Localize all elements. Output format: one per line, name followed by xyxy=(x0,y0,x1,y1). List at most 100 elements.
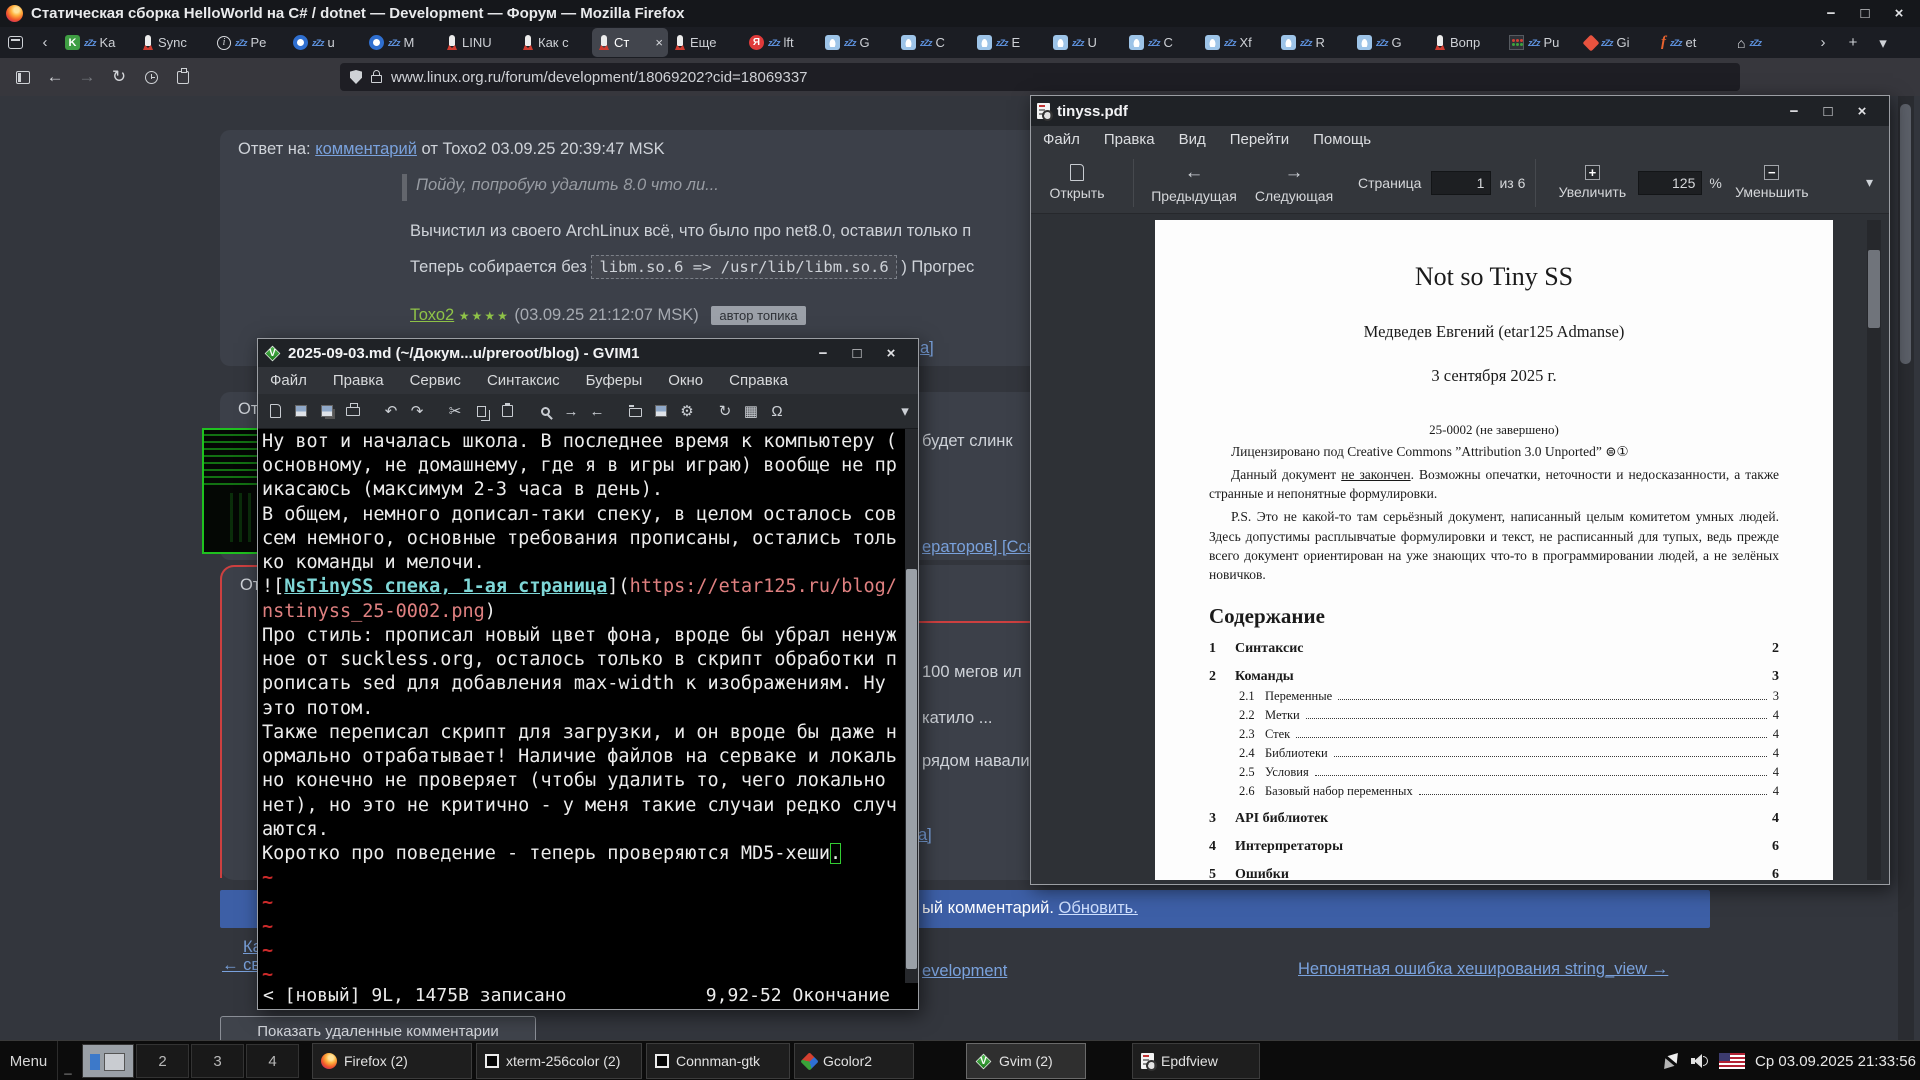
browser-tab[interactable]: zZzE xyxy=(972,28,1048,57)
page-scrollbar[interactable] xyxy=(1898,96,1914,1040)
browser-tab[interactable]: Еще xyxy=(668,28,744,57)
page-number-input[interactable] xyxy=(1431,171,1491,195)
taskbar-item-epdfview[interactable]: Epdfview xyxy=(1132,1043,1260,1079)
run-script-button[interactable]: ⚙ xyxy=(674,398,700,424)
find-prev-button[interactable]: ← xyxy=(584,398,610,424)
menu-edit[interactable]: Правка xyxy=(1104,131,1155,148)
pdf-titlebar[interactable]: tinyss.pdf − □ × xyxy=(1031,96,1889,126)
comment-links-fragment[interactable]: а] xyxy=(920,339,934,358)
make-button[interactable]: ↻ xyxy=(712,398,738,424)
open-button[interactable]: Открыть xyxy=(1031,152,1123,213)
pdf-scrollbar[interactable] xyxy=(1867,220,1881,880)
minimize-button[interactable]: − xyxy=(1816,3,1846,25)
new-tab-button[interactable]: + xyxy=(1838,28,1868,57)
sidebar-button[interactable] xyxy=(8,63,38,91)
browser-tab[interactable]: zZzXf xyxy=(1200,28,1276,57)
author-link[interactable]: Тохо2 xyxy=(410,306,454,324)
section-link-fragment[interactable]: evelopment xyxy=(922,962,1007,981)
tracking-shield-icon[interactable] xyxy=(350,70,362,84)
browser-tab[interactable]: zZzGi xyxy=(1580,28,1656,57)
close-button[interactable]: × xyxy=(1847,100,1877,122)
find-replace-button[interactable] xyxy=(532,398,558,424)
browser-tab[interactable]: zZzu xyxy=(288,28,364,57)
browser-tab[interactable]: izZzPe xyxy=(212,28,288,57)
gvim-text-area[interactable]: Ну вот и началась школа. В последнее вре… xyxy=(258,429,905,983)
list-tabs-button[interactable]: ▾ xyxy=(1868,28,1898,57)
next-page-button[interactable]: → Следующая xyxy=(1244,152,1344,213)
maximize-button[interactable]: □ xyxy=(1813,100,1843,122)
browser-tab[interactable]: zZzM xyxy=(364,28,440,57)
taskbar-item-gcolor2[interactable]: Gcolor2 xyxy=(794,1043,914,1079)
menu-file[interactable]: Файл xyxy=(1043,131,1080,148)
menu-file[interactable]: Файл xyxy=(270,372,307,389)
redo-button[interactable]: ↷ xyxy=(404,398,430,424)
browser-tab-active[interactable]: Ст× xyxy=(592,28,668,57)
comment-links-fragment[interactable]: а] xyxy=(918,826,932,845)
save-button[interactable] xyxy=(288,398,314,424)
maximize-button[interactable]: □ xyxy=(842,342,872,364)
find-next-button[interactable]: → xyxy=(558,398,584,424)
import-button[interactable] xyxy=(168,63,198,91)
build-tags-button[interactable]: ▦ xyxy=(738,398,764,424)
forward-button[interactable]: → xyxy=(72,63,102,91)
browser-tab[interactable]: zZzC xyxy=(896,28,972,57)
browser-tab[interactable]: ⌂zZz xyxy=(1732,28,1808,57)
layout-switcher-icon[interactable] xyxy=(1661,1052,1681,1070)
tab-overview-button[interactable] xyxy=(0,28,30,57)
jump-to-tag-button[interactable]: Ω xyxy=(764,398,790,424)
zoom-out-button[interactable]: − Уменьшить xyxy=(1722,152,1822,213)
browser-tab[interactable]: zZzPu xyxy=(1504,28,1580,57)
print-button[interactable] xyxy=(340,398,366,424)
volume-icon[interactable] xyxy=(1691,1053,1709,1069)
menu-view[interactable]: Вид xyxy=(1179,131,1206,148)
undo-button[interactable]: ↶ xyxy=(378,398,404,424)
menu-go[interactable]: Перейти xyxy=(1230,131,1289,148)
comment-link[interactable]: комментарий xyxy=(315,140,417,158)
copy-button[interactable] xyxy=(468,398,494,424)
show-desktop-button[interactable]: _ xyxy=(60,1041,76,1080)
scroll-tabs-left-button[interactable]: ‹ xyxy=(30,28,60,57)
back-button[interactable]: ← xyxy=(40,63,70,91)
workspace-4[interactable]: 4 xyxy=(246,1044,299,1078)
taskbar-item-xterm[interactable]: xterm-256color (2) xyxy=(476,1043,642,1079)
gvim-scrollbar[interactable] xyxy=(905,429,918,983)
taskbar-item-connman[interactable]: Connman-gtk xyxy=(646,1043,790,1079)
menu-help[interactable]: Помощь xyxy=(1313,131,1371,148)
menu-button[interactable]: Menu xyxy=(0,1041,58,1080)
url-text[interactable]: www.linux.org.ru/forum/development/18069… xyxy=(391,69,808,86)
menu-buffers[interactable]: Буферы xyxy=(586,372,643,389)
taskbar-item-firefox[interactable]: Firefox (2) xyxy=(312,1043,472,1079)
open-file-button[interactable] xyxy=(262,398,288,424)
browser-tab[interactable]: zZzG xyxy=(820,28,896,57)
minimize-button[interactable]: − xyxy=(1779,100,1809,122)
paste-button[interactable] xyxy=(494,398,520,424)
toolbar-overflow-button[interactable]: ▾ xyxy=(892,398,918,424)
menu-window[interactable]: Окно xyxy=(668,372,703,389)
maximize-button[interactable]: □ xyxy=(1850,3,1880,25)
workspace-1[interactable] xyxy=(82,1044,134,1078)
menu-edit[interactable]: Правка xyxy=(333,372,384,389)
toolbar-overflow-button[interactable]: ▾ xyxy=(1866,174,1873,191)
minimize-button[interactable]: − xyxy=(808,342,838,364)
menu-help[interactable]: Справка xyxy=(729,372,788,389)
comment-links-fragment[interactable]: ераторов] [Ссы xyxy=(922,538,1039,557)
close-button[interactable]: × xyxy=(1884,3,1914,25)
zoom-in-button[interactable]: + Увеличить xyxy=(1546,152,1638,213)
scroll-tabs-right-button[interactable]: › xyxy=(1808,28,1838,57)
refresh-link[interactable]: Обновить. xyxy=(1059,899,1138,917)
browser-tab[interactable]: zZzC xyxy=(1124,28,1200,57)
browser-tab[interactable]: zZzG xyxy=(1352,28,1428,57)
lock-icon[interactable] xyxy=(371,75,382,83)
scrollbar-thumb[interactable] xyxy=(906,569,917,969)
taskbar-clock[interactable]: Ср 03.09.2025 21:33:56 xyxy=(1755,1053,1916,1070)
workspace-3[interactable]: 3 xyxy=(191,1044,244,1078)
save-session-button[interactable] xyxy=(648,398,674,424)
browser-tab[interactable]: ЯzZzlft xyxy=(744,28,820,57)
browser-tab[interactable]: Как с xyxy=(516,28,592,57)
browser-tab[interactable]: zZzR xyxy=(1276,28,1352,57)
zoom-level-input[interactable] xyxy=(1638,171,1702,195)
next-topic-link[interactable]: Непонятная ошибка хеширования string_vie… xyxy=(1298,960,1668,979)
prev-topic-link-fragment[interactable]: ← св xyxy=(222,956,260,975)
load-session-button[interactable] xyxy=(622,398,648,424)
history-button[interactable] xyxy=(136,63,166,91)
